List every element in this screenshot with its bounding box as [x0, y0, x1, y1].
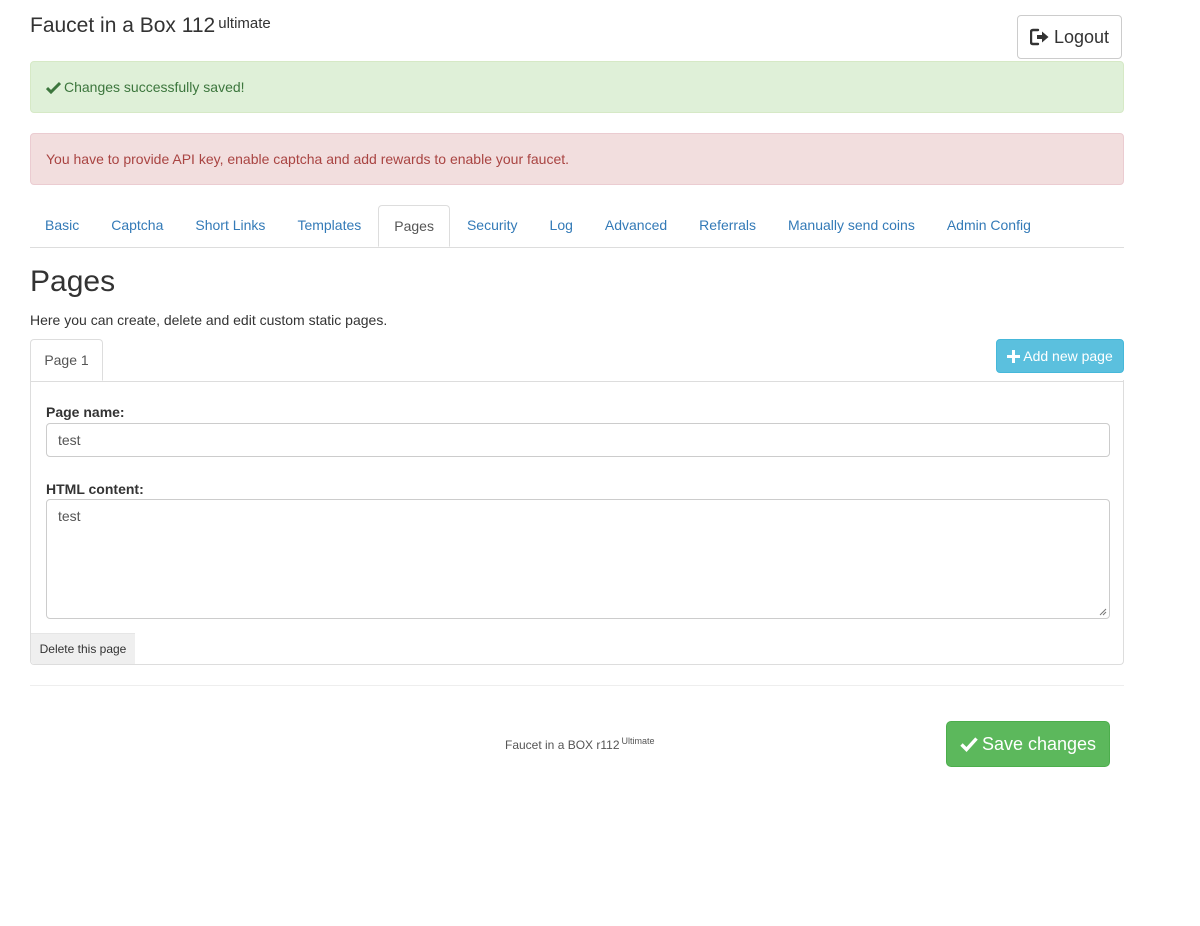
html-content-value: test	[58, 508, 81, 524]
tab-page-1[interactable]: Page 1	[30, 339, 103, 381]
html-content-textarea[interactable]: test	[46, 499, 1110, 619]
success-alert-text: Changes successfully saved!	[64, 79, 245, 95]
add-new-page-button[interactable]: Add new page	[996, 339, 1124, 373]
logout-label: Logout	[1053, 26, 1110, 47]
html-content-label: HTML content:	[46, 481, 144, 497]
tab-templates[interactable]: Templates	[282, 205, 376, 246]
tab-captcha[interactable]: Captcha	[96, 205, 178, 246]
footer-version-sup: Ultimate	[621, 736, 655, 746]
tab-log[interactable]: Log	[535, 205, 588, 246]
tab-referrals[interactable]: Referrals	[684, 205, 771, 246]
danger-alert-text: You have to provide API key, enable capt…	[46, 151, 570, 167]
sign-out-icon	[1029, 28, 1049, 46]
tab-pages[interactable]: Pages	[378, 205, 450, 247]
footer-version-text: Faucet in a BOX r112	[505, 738, 620, 752]
success-alert: Changes successfully saved!	[30, 61, 1124, 113]
page-description: Here you can create, delete and edit cus…	[30, 312, 388, 328]
tab-admin-config[interactable]: Admin Config	[932, 205, 1046, 246]
brand-title-sup: ultimate	[218, 15, 271, 32]
footer-version: Faucet in a BOX r112 Ultimate	[505, 736, 655, 752]
tab-short-links[interactable]: Short Links	[180, 205, 280, 246]
tab-security[interactable]: Security	[452, 205, 533, 246]
check-icon	[46, 81, 61, 94]
pages-sub-tabs: Page 1 Add new page	[30, 339, 1124, 382]
footer-divider	[30, 685, 1124, 686]
page-title: Pages	[30, 265, 116, 298]
check-icon	[960, 737, 978, 752]
settings-tabs: Basic Captcha Short Links Templates Page…	[30, 205, 1124, 248]
page-name-input[interactable]: test	[46, 423, 1110, 457]
danger-alert: You have to provide API key, enable capt…	[30, 133, 1124, 185]
logout-button[interactable]: Logout	[1017, 15, 1122, 59]
brand-title-text: Faucet in a Box 112	[30, 14, 216, 37]
save-changes-button[interactable]: Save changes	[946, 721, 1110, 767]
tab-advanced[interactable]: Advanced	[590, 205, 682, 246]
save-changes-label: Save changes	[981, 733, 1097, 754]
delete-page-button[interactable]: Delete this page	[31, 633, 135, 664]
tab-manually-send-coins[interactable]: Manually send coins	[773, 205, 930, 246]
page-editor-panel: Page name: test HTML content: test Delet…	[30, 380, 1124, 665]
page-name-label: Page name:	[46, 404, 125, 420]
add-new-page-label: Add new page	[1023, 348, 1113, 364]
plus-icon	[1007, 349, 1021, 363]
tab-basic[interactable]: Basic	[30, 205, 94, 246]
resize-grip-icon[interactable]	[1099, 608, 1107, 616]
brand-title: Faucet in a Box 112 ultimate	[30, 14, 271, 40]
